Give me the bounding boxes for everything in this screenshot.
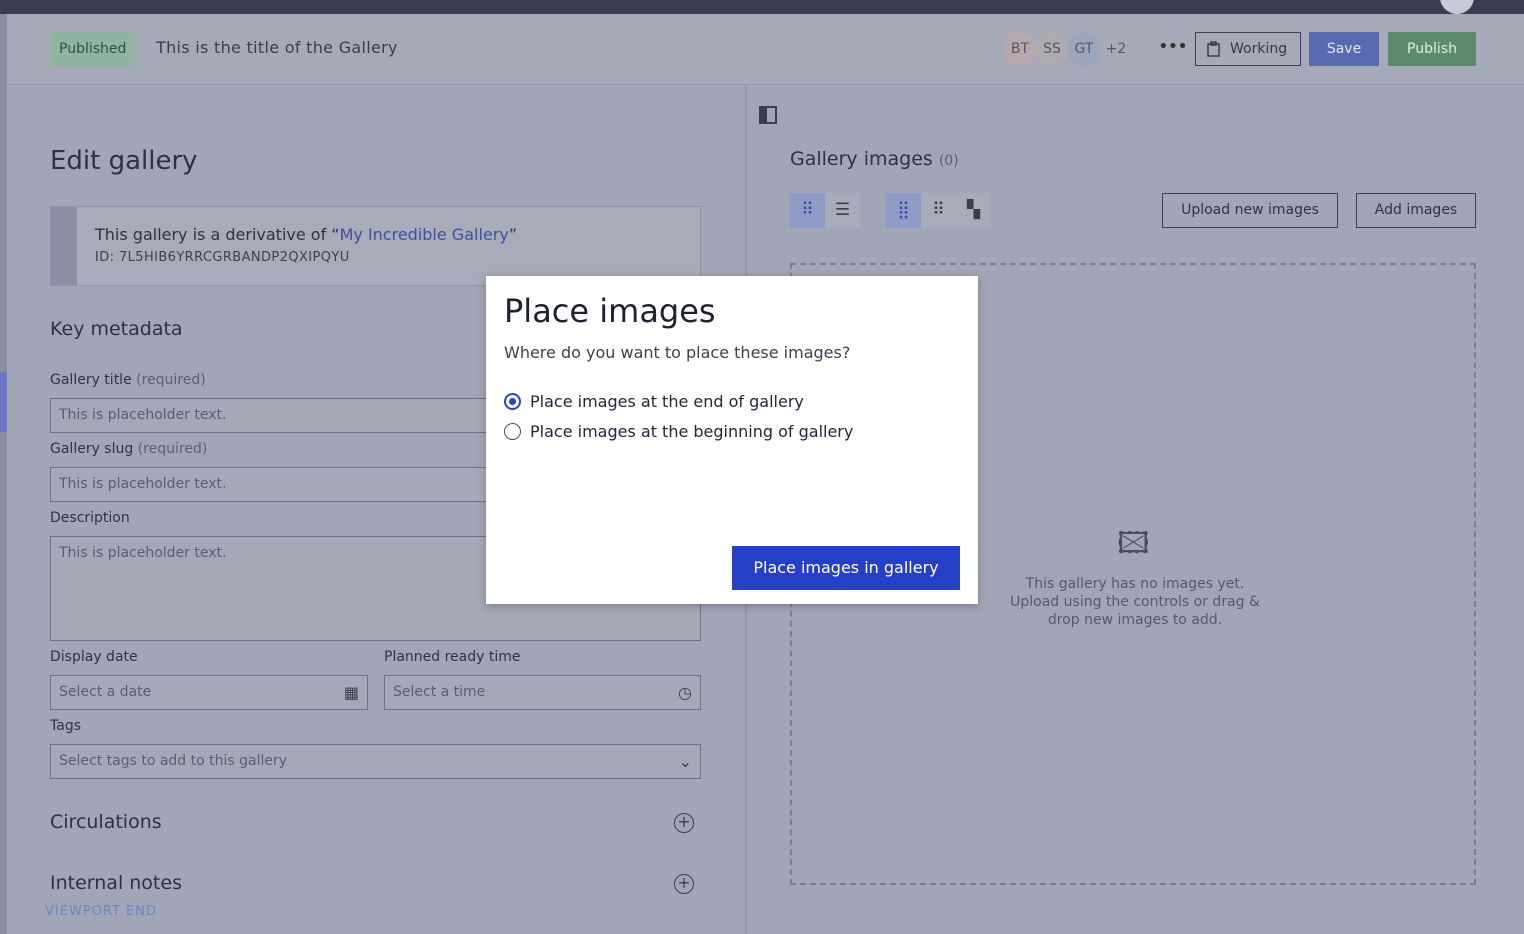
- internal-notes-heading: Internal notes: [50, 872, 182, 894]
- place-images-dialog: Place images Where do you want to place …: [486, 276, 978, 604]
- tags-label: Tags: [50, 718, 81, 734]
- tags-select[interactable]: Select tags to add to this gallery ⌄: [50, 744, 701, 779]
- heading-text: Gallery images: [790, 148, 933, 170]
- avatar[interactable]: BT: [1003, 32, 1037, 66]
- option-beginning-of-gallery[interactable]: Place images at the beginning of gallery: [504, 422, 853, 441]
- panel-toggle-icon[interactable]: [759, 106, 777, 124]
- radio-unselected[interactable]: [504, 423, 521, 440]
- avatar-overflow[interactable]: +2: [1099, 32, 1133, 66]
- add-images-button[interactable]: Add images: [1356, 193, 1476, 228]
- place-images-button[interactable]: Place images in gallery: [732, 546, 960, 590]
- derivative-link[interactable]: My Incredible Gallery: [340, 225, 509, 244]
- description-label: Description: [50, 510, 130, 526]
- publish-button[interactable]: Publish: [1388, 32, 1476, 66]
- images-icon: 🖾: [1117, 526, 1150, 561]
- key-metadata-heading: Key metadata: [50, 318, 183, 340]
- editor-header: Published This is the title of the Galle…: [7, 14, 1524, 85]
- more-options-icon[interactable]: •••: [1158, 36, 1188, 57]
- calendar-icon[interactable]: ▦: [344, 683, 359, 702]
- gallery-slug-label: Gallery slug (required): [50, 441, 207, 457]
- label-text: Gallery slug: [50, 441, 134, 457]
- add-note-icon[interactable]: +: [674, 874, 694, 894]
- upload-new-images-button[interactable]: Upload new images: [1162, 193, 1338, 228]
- clock-icon[interactable]: ◷: [678, 683, 692, 702]
- empty-line: Upload using the controls or drag &: [1010, 594, 1260, 610]
- label-text: Gallery title: [50, 372, 132, 388]
- circulations-heading: Circulations: [50, 811, 162, 833]
- empty-line: This gallery has no images yet.: [1025, 576, 1245, 592]
- dialog-subtitle: Where do you want to place these images?: [504, 343, 851, 362]
- collaborator-avatars: BT SS GT +2: [1003, 32, 1133, 66]
- save-button[interactable]: Save: [1309, 32, 1379, 66]
- required-hint: (required): [136, 372, 206, 388]
- clipboard-icon: [1207, 41, 1220, 57]
- gallery-title-label: Gallery title (required): [50, 372, 206, 388]
- planned-time-label: Planned ready time: [384, 649, 521, 665]
- grid-view-icon[interactable]: ⠿: [790, 193, 825, 228]
- chevron-down-icon[interactable]: ⌄: [679, 752, 692, 771]
- large-grid-icon[interactable]: ▚: [956, 193, 991, 228]
- avatar[interactable]: SS: [1035, 32, 1069, 66]
- derivative-id: ID: 7L5HIB6YRRCGRBANDP2QXIPQYU: [95, 250, 350, 265]
- derivative-prefix: This gallery is a derivative of “: [95, 225, 340, 244]
- image-count: (0): [938, 153, 959, 169]
- derivative-notice: This gallery is a derivative of “My Incr…: [50, 206, 701, 286]
- notice-bar: [51, 207, 77, 285]
- option-end-of-gallery[interactable]: Place images at the end of gallery: [504, 392, 804, 411]
- list-view-icon[interactable]: ☰: [825, 193, 860, 228]
- avatar[interactable]: GT: [1067, 32, 1101, 66]
- working-button[interactable]: Working: [1195, 32, 1301, 66]
- view-mode-toggle: ⠿ ☰: [790, 193, 860, 228]
- gallery-images-heading: Gallery images (0): [790, 148, 959, 170]
- add-circulation-icon[interactable]: +: [674, 813, 694, 833]
- date-placeholder: Select a date: [59, 684, 152, 700]
- derivative-suffix: ”: [508, 225, 518, 244]
- status-badge: Published: [50, 32, 136, 66]
- radio-selected[interactable]: [504, 393, 521, 410]
- working-label: Working: [1230, 41, 1288, 57]
- user-avatar[interactable]: [1440, 0, 1474, 14]
- planned-time-input[interactable]: Select a time ◷: [384, 675, 701, 710]
- small-grid-icon[interactable]: ⣿: [886, 193, 921, 228]
- edit-heading: Edit gallery: [50, 146, 198, 176]
- dialog-title: Place images: [504, 292, 716, 330]
- time-placeholder: Select a time: [393, 684, 486, 700]
- tags-placeholder: Select tags to add to this gallery: [59, 753, 288, 769]
- display-date-input[interactable]: Select a date ▦: [50, 675, 368, 710]
- derivative-text: This gallery is a derivative of “My Incr…: [95, 225, 517, 244]
- empty-line: drop new images to add.: [1047, 612, 1223, 628]
- medium-grid-icon[interactable]: ⠿: [921, 193, 956, 228]
- page-title: This is the title of the Gallery: [156, 38, 398, 57]
- viewport-end-marker: VIEWPORT END: [45, 904, 157, 919]
- empty-state-text: This gallery has no images yet. Upload u…: [992, 575, 1278, 629]
- required-hint: (required): [137, 441, 208, 457]
- nav-indicator: [0, 372, 7, 432]
- grid-size-toggle: ⣿ ⠿ ▚: [886, 193, 991, 228]
- display-date-label: Display date: [50, 649, 138, 665]
- top-bar: [0, 0, 1524, 14]
- option-label: Place images at the end of gallery: [530, 392, 804, 411]
- option-label: Place images at the beginning of gallery: [530, 422, 854, 441]
- left-nav-strip: [0, 14, 7, 934]
